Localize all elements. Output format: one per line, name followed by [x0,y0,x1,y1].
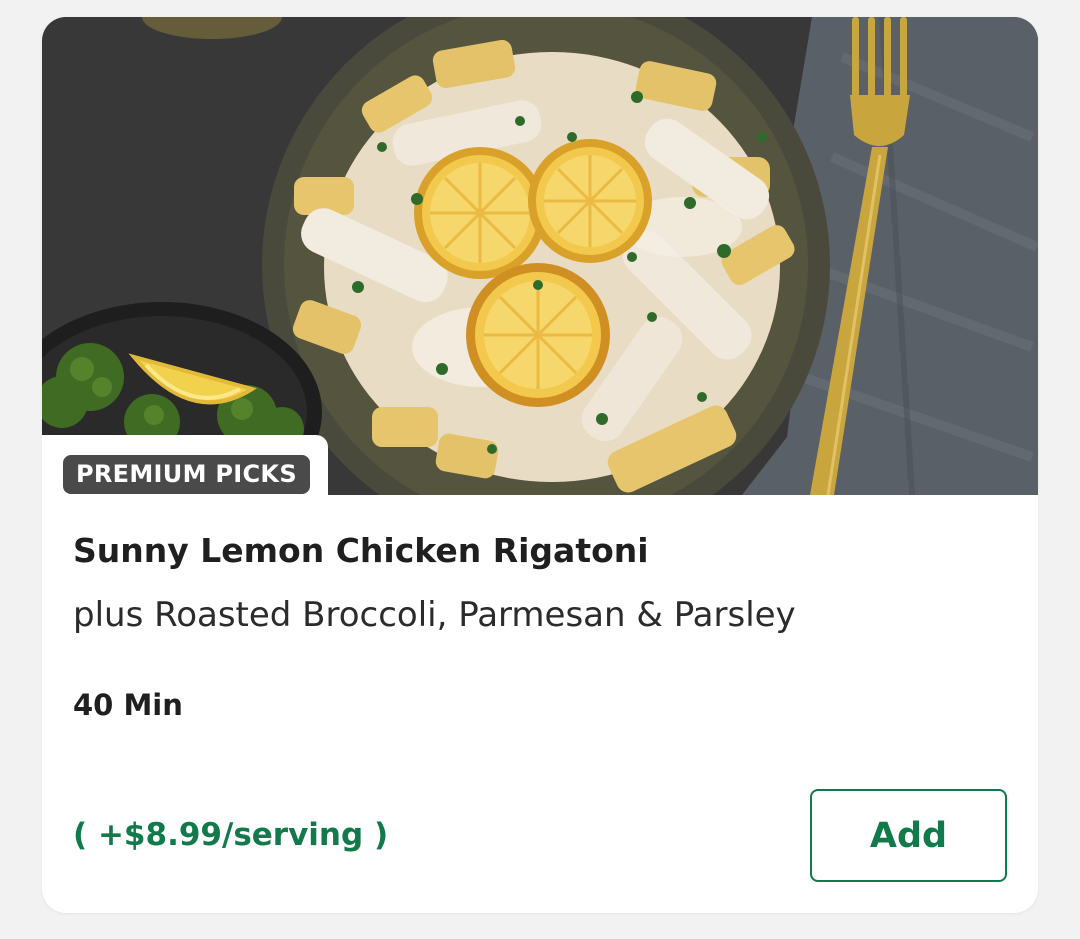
add-button[interactable]: Add [810,789,1007,882]
recipe-photo[interactable] [42,17,1038,495]
cook-time: 40 Min [73,688,183,722]
recipe-card[interactable]: PREMIUM PICKS Sunny Lemon Chicken Rigato… [42,17,1038,913]
recipe-title[interactable]: Sunny Lemon Chicken Rigatoni [73,531,649,570]
premium-picks-badge: PREMIUM PICKS [63,455,310,494]
recipe-subtitle: plus Roasted Broccoli, Parmesan & Parsle… [73,595,796,635]
price-per-serving: ( +$8.99/serving ) [73,817,389,853]
